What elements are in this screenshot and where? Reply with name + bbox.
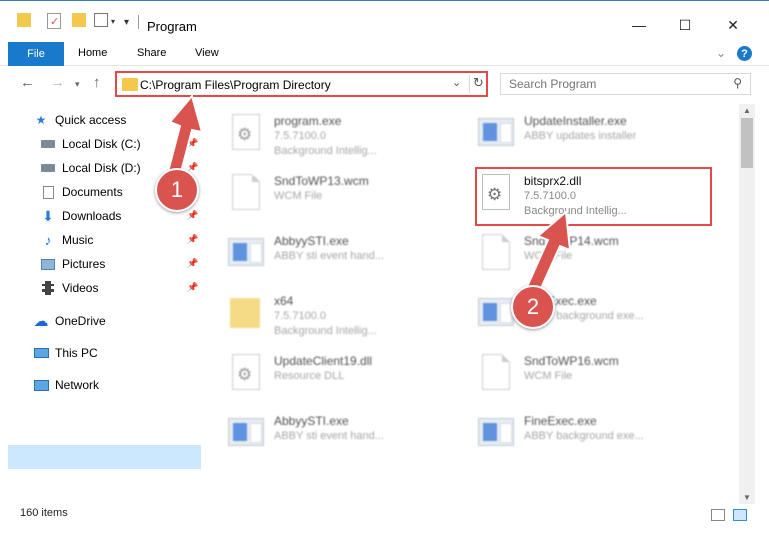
step-badge-2: 2 [511,285,555,329]
annotation-arrows [166,93,572,306]
step-badge-1: 1 [155,168,199,212]
arrow-step-1 [166,93,204,178]
